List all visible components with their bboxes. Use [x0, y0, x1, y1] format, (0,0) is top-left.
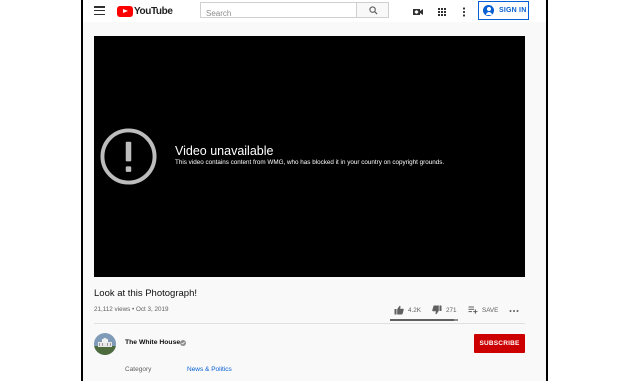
search-button[interactable] [357, 2, 389, 18]
like-count: 4.2K [408, 306, 421, 314]
thumbs-up-icon [394, 305, 404, 315]
thumbs-down-icon [432, 305, 442, 315]
more-actions-button[interactable] [508, 304, 520, 316]
video-camera-icon[interactable] [412, 5, 424, 17]
dislike-count: 271 [446, 306, 457, 314]
video-player[interactable]: Video unavailable This video contains co… [94, 36, 525, 277]
dislike-button[interactable]: 271 [432, 304, 457, 316]
category-label: Category [125, 366, 152, 373]
video-title: Look at this Photograph! [94, 288, 197, 299]
like-button[interactable]: 4.2K [394, 304, 421, 316]
channel-name[interactable]: The White House [125, 339, 180, 346]
masthead: YouTube Search SIGN IN [83, 0, 546, 22]
subscribe-button[interactable]: SUBSCRIBE [474, 334, 525, 353]
error-message: This video contains content from WMG, wh… [175, 159, 445, 166]
youtube-play-icon [117, 5, 133, 17]
youtube-logo[interactable]: YouTube [117, 5, 173, 17]
sign-in-button[interactable]: SIGN IN [478, 1, 529, 20]
more-vertical-icon[interactable] [458, 5, 470, 17]
account-icon [483, 5, 494, 16]
error-title: Video unavailable [175, 144, 274, 158]
search-input[interactable] [201, 6, 356, 21]
divider [94, 323, 525, 324]
watch-page: YouTube Search SIGN IN Video unavailable… [83, 0, 546, 381]
sentiment-bar-likes [390, 319, 454, 321]
category-link[interactable]: News & Politics [187, 366, 232, 373]
playlist-add-icon [468, 306, 478, 314]
channel-avatar[interactable] [94, 333, 116, 355]
logo-text: YouTube [134, 5, 173, 17]
view-count-date: 21,112 views • Oct 3, 2019 [94, 306, 169, 313]
window-border-right [546, 0, 548, 381]
save-label: SAVE [482, 306, 499, 314]
sign-in-label: SIGN IN [499, 7, 527, 14]
search-box [200, 2, 357, 21]
verified-icon [180, 340, 186, 346]
sentiment-bar [390, 319, 458, 321]
more-horizontal-icon [509, 310, 519, 312]
alert-circle-icon [100, 128, 157, 185]
apps-grid-icon[interactable] [436, 5, 448, 17]
search-icon [369, 6, 378, 15]
menu-icon[interactable] [94, 6, 105, 16]
save-button[interactable]: SAVE [468, 304, 498, 316]
